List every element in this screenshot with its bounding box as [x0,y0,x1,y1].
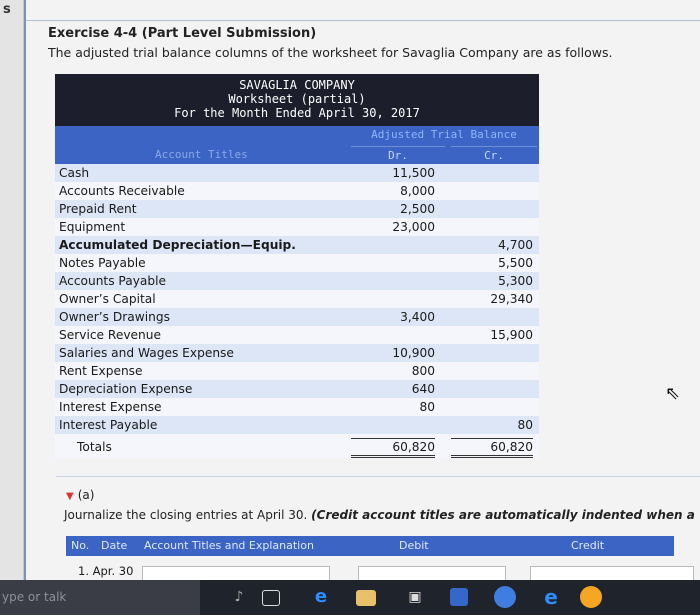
edge-browser-icon[interactable]: e [310,586,332,608]
table-row: Service Revenue 15,900 [55,326,539,344]
company-name: SAVAGLIA COMPANY [239,78,355,92]
journal-row-number: 1. Apr. 30 [78,564,134,578]
table-row: Interest Payable 80 [55,416,539,434]
internet-explorer-icon[interactable]: e [540,586,562,608]
file-explorer-icon[interactable] [356,590,376,606]
part-a-toggle[interactable]: ▼ (a) [66,488,94,502]
app-icon[interactable] [494,586,516,608]
account-title: Cash [59,166,90,180]
debit-value: 80 [419,400,435,414]
left-sidebar-strip: s [0,0,24,580]
table-row: Rent Expense 800 [55,362,539,380]
journal-row: 1. Apr. 30 [66,560,700,582]
journal-col-debit: Debit [399,539,429,552]
table-row: Prepaid Rent 2,500 [55,200,539,218]
table-row: Owner’s Capital 29,340 [55,290,539,308]
triangle-down-icon: ▼ [66,491,74,502]
taskbar-search-input[interactable]: ype or talk [0,580,200,615]
account-title: Notes Payable [59,256,146,270]
debit-value: 640 [411,382,435,396]
debit-value: 2,500 [400,202,435,216]
credit-total: 60,820 [451,438,533,458]
journal-col-date: Date [101,539,128,552]
task-view-icon[interactable] [262,590,280,606]
debit-total: 60,820 [351,438,435,458]
account-title: Rent Expense [59,364,143,378]
totals-label: Totals [77,440,112,454]
credit-value: 4,700 [498,238,533,252]
debit-value: 3,400 [400,310,435,324]
table-row: Equipment 23,000 [55,218,539,236]
table-row: Accounts Payable 5,300 [55,272,539,290]
account-title: Accumulated Depreciation—Equip. [59,238,296,252]
sidebar-letter: s [3,2,11,17]
debit-value: 10,900 [392,346,435,360]
top-divider [26,20,700,21]
worksheet-period: For the Month Ended April 30, 2017 [174,106,420,120]
totals-row: Totals 60,820 60,820 [55,434,539,458]
table-row: Interest Expense 80 [55,398,539,416]
debit-value: 23,000 [392,220,435,234]
journal-header: No. Date Account Titles and Explanation … [66,536,674,556]
table-row: Accumulated Depreciation—Equip. 4,700 [55,236,539,254]
account-title: Interest Payable [59,418,158,432]
store-icon[interactable]: ▣ [404,586,426,608]
column-header-band: Adjusted Trial Balance Account Titles Dr… [55,126,539,164]
adjusted-trial-balance-heading: Adjusted Trial Balance [371,128,517,141]
worksheet-rows: Cash 11,500 Accounts Receivable 8,000 Prep… [55,164,539,458]
account-titles-heading: Account Titles [155,148,248,161]
account-title: Depreciation Expense [59,382,193,396]
account-title: Owner’s Capital [59,292,156,306]
table-row: Cash 11,500 [55,164,539,182]
table-row: Salaries and Wages Expense 10,900 [55,344,539,362]
media-app-icon[interactable] [450,588,468,606]
account-title: Owner’s Drawings [59,310,170,324]
section-divider [56,476,700,477]
journal-col-no: No. [71,539,90,552]
credit-heading: Cr. [451,146,537,162]
journal-col-account: Account Titles and Explanation [144,539,314,552]
exercise-title: Exercise 4-4 (Part Level Submission) [48,26,317,41]
part-a-label: (a) [77,488,95,502]
account-title: Salaries and Wages Expense [59,346,234,360]
table-row: Accounts Receivable 8,000 [55,182,539,200]
exercise-subtitle: The adjusted trial balance columns of th… [48,45,613,60]
table-row: Depreciation Expense 640 [55,380,539,398]
debit-value: 800 [411,364,435,378]
mouse-cursor-icon: ⇖ [665,383,681,404]
credit-value: 5,300 [498,274,533,288]
table-row: Owner’s Drawings 3,400 [55,308,539,326]
taskbar: ype or talk ♪ e ▣ e [0,580,700,615]
worksheet-table: SAVAGLIA COMPANY Worksheet (partial) For… [55,74,539,458]
account-title: Accounts Receivable [59,184,185,198]
instruction-note: (Credit account titles are automatically… [311,508,695,522]
account-title: Prepaid Rent [59,202,137,216]
credit-value: 15,900 [490,328,533,342]
account-title: Interest Expense [59,400,162,414]
credit-value: 5,500 [498,256,533,270]
credit-value: 29,340 [490,292,533,306]
worksheet-header: SAVAGLIA COMPANY Worksheet (partial) For… [55,74,539,126]
credit-value: 80 [517,418,533,432]
worksheet-name: Worksheet (partial) [228,92,366,106]
table-row: Notes Payable 5,500 [55,254,539,272]
microphone-icon[interactable]: ♪ [228,586,250,608]
exercise-page: Exercise 4-4 (Part Level Submission) The… [24,0,700,582]
journal-col-credit: Credit [571,539,605,552]
account-title: Service Revenue [59,328,161,342]
part-a-instruction: Journalize the closing entries at April … [64,508,695,522]
account-title: Accounts Payable [59,274,167,288]
debit-heading: Dr. [351,146,445,162]
account-title: Equipment [59,220,126,234]
debit-value: 8,000 [400,184,435,198]
chrome-app-icon[interactable] [580,586,602,608]
debit-value: 11,500 [392,166,435,180]
instruction-text: Journalize the closing entries at April … [64,508,312,522]
